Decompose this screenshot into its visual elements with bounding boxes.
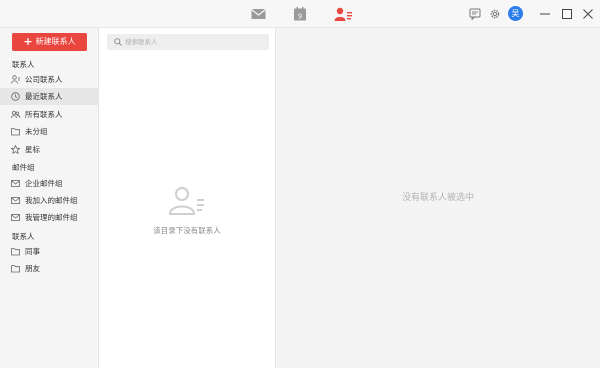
mail-icon[interactable] — [251, 7, 266, 21]
top-bar: 9 吴 — [0, 0, 600, 28]
search-box — [107, 34, 269, 50]
sidebar-item-recent-contacts[interactable]: 最近联系人 — [0, 88, 98, 105]
avatar[interactable]: 吴 — [508, 6, 523, 21]
calendar-icon[interactable]: 9 — [294, 7, 306, 21]
sidebar-item-all-contacts[interactable]: 所有联系人 — [0, 106, 98, 123]
sidebar-item-ungrouped[interactable]: 未分组 — [0, 123, 98, 140]
people-icon — [11, 110, 20, 119]
folder-icon — [11, 265, 20, 273]
sidebar-item-label: 所有联系人 — [25, 110, 63, 119]
gear-icon[interactable] — [489, 8, 501, 20]
empty-contacts-icon — [169, 187, 204, 215]
search-input[interactable] — [125, 34, 265, 50]
sidebar-item-managed-mailgroups[interactable]: 我管理的邮件组 — [0, 209, 98, 226]
sidebar-item-label: 我管理的邮件组 — [25, 213, 78, 222]
sidebar-item-label: 最近联系人 — [25, 92, 63, 101]
search-icon — [114, 38, 122, 46]
folder-icon — [11, 248, 20, 256]
message-icon[interactable] — [469, 8, 481, 20]
calendar-day: 9 — [298, 13, 302, 21]
plus-icon: + — [23, 35, 33, 48]
star-icon — [11, 145, 20, 154]
sidebar-item-label: 公司联系人 — [25, 75, 63, 84]
minimize-icon[interactable] — [538, 7, 552, 21]
new-contact-label: 新建联系人 — [35, 37, 76, 46]
sidebar-item-label: 朋友 — [25, 264, 40, 273]
mail-group-icon — [11, 197, 20, 204]
close-icon[interactable] — [581, 7, 595, 21]
section-groups-label: 联系人 — [12, 232, 35, 241]
sidebar-item-label: 同事 — [25, 247, 40, 256]
empty-list-message: 该目录下没有联系人 — [153, 226, 221, 235]
sidebar-item-joined-mailgroups[interactable]: 我加入的邮件组 — [0, 192, 98, 209]
sidebar-item-colleagues[interactable]: 同事 — [0, 243, 98, 260]
maximize-icon[interactable] — [560, 7, 574, 21]
mail-group-icon — [11, 214, 20, 221]
sidebar-item-label: 未分组 — [25, 127, 48, 136]
sidebar-item-friends[interactable]: 朋友 — [0, 260, 98, 277]
sidebar: + 新建联系人 联系人 公司联系人 最近联系人 所有联系人 未分组 星标 邮件组… — [0, 28, 99, 368]
clock-icon — [11, 92, 20, 101]
contacts-icon[interactable] — [334, 7, 352, 21]
sidebar-item-enterprise-mailgroups[interactable]: 企业邮件组 — [0, 175, 98, 192]
no-selection-message: 没有联系人被选中 — [401, 193, 474, 203]
sidebar-item-label: 企业邮件组 — [25, 179, 63, 188]
contacts-app: 9 吴 + 新建联系人 联系人 公司联系人 最近联系人 所有联系人 未分组 星标… — [0, 0, 600, 368]
sidebar-item-starred[interactable]: 星标 — [0, 141, 98, 158]
mail-group-icon — [11, 180, 20, 187]
contact-detail-pane: 没有联系人被选中 — [276, 28, 600, 368]
company-contacts-icon — [11, 75, 20, 84]
new-contact-button[interactable]: + 新建联系人 — [12, 33, 87, 51]
section-contacts-label: 联系人 — [12, 60, 35, 69]
sidebar-item-label: 我加入的邮件组 — [25, 196, 78, 205]
section-mailgroups-label: 邮件组 — [12, 163, 35, 172]
sidebar-item-company-contacts[interactable]: 公司联系人 — [0, 71, 98, 88]
contact-list-pane: 该目录下没有联系人 — [99, 28, 276, 368]
sidebar-item-label: 星标 — [25, 145, 40, 154]
folder-icon — [11, 128, 20, 136]
